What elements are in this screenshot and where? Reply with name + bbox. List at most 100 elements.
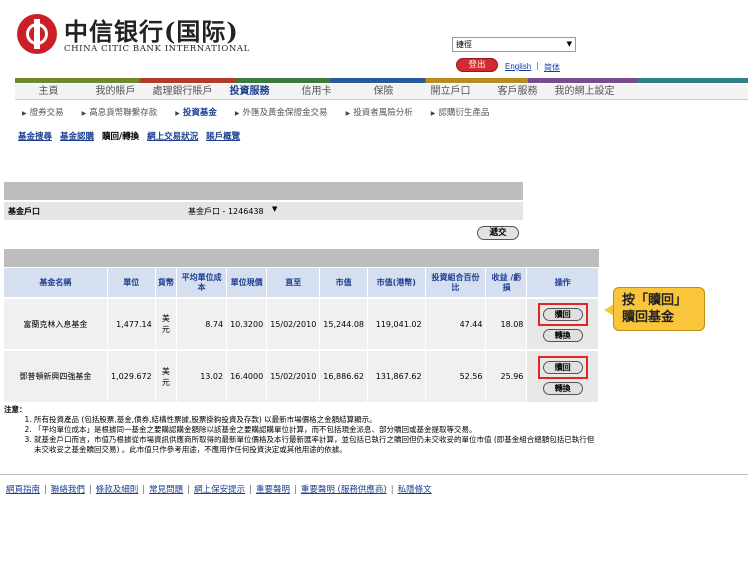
subnav-derivatives[interactable]: ▶ 認購衍生產品 [431,106,490,118]
subnav-label: 外匯及黃金保證金交易 [242,108,328,118]
col-units: 單位 [107,268,156,298]
account-select[interactable]: 基金戶口 - 1246438 [188,206,264,217]
switch-button[interactable]: 轉換 [542,381,583,395]
col-market-value: 市值 [319,268,369,298]
redeem-button[interactable]: 贖回 [542,360,583,374]
note-item: 就基金戶口而言，市值乃根據從市場資訊供應商所取得的最新單位價格及本行最新匯率計算… [34,435,599,455]
footer-contact-us[interactable]: 聯絡我們 [51,485,85,495]
table-header-bar [4,249,599,267]
bank-logo-icon [17,14,57,54]
table-row: 鄧普頓新興四強基金 1,029.672 美元 13.02 16.4000 15/… [4,349,599,402]
footer-disclaimer-provider[interactable]: 重要聲明 (服務供應商) [301,485,387,495]
tab-transaction-status[interactable]: 網上交易狀況 [147,130,198,142]
nav-settings[interactable]: 我的網上設定 [551,84,618,99]
footer-divider [0,474,748,475]
footer-terms[interactable]: 條款及細則 [96,485,139,495]
col-portfolio-pct: 投資組合百份比 [425,268,487,298]
chevron-down-icon: ▼ [566,40,572,48]
col-price: 單位現價 [226,268,268,298]
nav-insurance[interactable]: 保險 [350,84,417,99]
subnav-funds[interactable]: ▶ 投資基金 [175,106,217,118]
main-nav: 主頁 我的賬戶 處理銀行賬戶 投資服務 信用卡 保險 開立戶口 客戶服務 我的網… [15,84,748,100]
notes-section: 注意： 所有投資產品 (包括股票,基金,債券,結構性票據,股票掛鈎投資及存款) … [4,405,599,455]
fund-date: 15/02/2010 [266,297,321,350]
chevron-down-icon[interactable]: ▼ [272,205,277,213]
fund-portfolio-pct: 52.56 [425,349,487,402]
english-link[interactable]: English [505,62,531,71]
simplified-chinese-link[interactable]: 简体 [544,62,560,73]
fund-units: 1,477.14 [107,297,156,350]
nav-my-account[interactable]: 我的賬戶 [82,84,149,99]
footer-site-guide[interactable]: 網頁指南 [6,485,40,495]
nav-credit-card[interactable]: 信用卡 [283,84,350,99]
fund-date: 15/02/2010 [266,349,321,402]
footer-separator: | [249,485,252,495]
col-date: 直至 [266,268,321,298]
tab-account-overview[interactable]: 賬戶概覽 [206,130,240,142]
triangle-right-icon: ▶ [175,110,180,117]
subnav-linked-deposit[interactable]: ▶ 高息貨幣聯繫存款 [82,106,158,118]
footer-security-tips[interactable]: 網上保安提示 [194,485,245,495]
switch-button[interactable]: 轉換 [542,329,583,342]
table-header-row: 基金名稱 單位 貨幣 平均單位成本 單位現價 直至 市值 市值(港幣) 投資組合… [4,268,599,298]
nav-investment[interactable]: 投資服務 [216,84,283,99]
tab-redeem-switch[interactable]: 贖回/轉換 [102,130,139,142]
fund-tabs: 基金搜尋 基金認購 贖回/轉換 網上交易狀況 賬戶概覽 [18,130,248,142]
fund-avg-cost: 8.74 [176,297,228,350]
fund-market-value: 16,886.62 [319,349,369,402]
subnav-label: 證券交易 [29,108,64,118]
fund-market-value-hkd: 131,867.62 [367,349,426,402]
fund-portfolio-pct: 47.44 [425,297,487,350]
subnav-risk-analysis[interactable]: ▶ 投資者風險分析 [346,106,413,118]
fund-price: 10.3200 [226,297,268,350]
redeem-highlight: 贖回 [537,355,588,379]
submit-button[interactable]: 遞交 [477,226,519,240]
account-row: 基金戶口 基金戶口 - 1246438 ▼ [4,202,523,220]
logout-button[interactable]: 登出 [456,58,498,72]
col-fund-name: 基金名稱 [4,268,108,298]
subnav-fx-gold[interactable]: ▶ 外匯及黃金保證金交易 [235,106,328,118]
nav-home[interactable]: 主頁 [15,84,82,99]
note-item: 所有投資產品 (包括股票,基金,債券,結構性票據,股票掛鈎投資及存款) 以最新市… [34,415,599,425]
sub-nav: ▶ 證券交易 ▶ 高息貨幣聯繫存款 ▶ 投資基金 ▶ 外匯及黃金保證金交易 ▶ 投資者風險… [22,106,507,118]
subnav-label: 認購衍生產品 [438,108,490,118]
tab-fund-subscribe[interactable]: 基金認購 [60,130,94,142]
footer-separator: | [88,485,92,495]
nav-customer-service[interactable]: 客戶服務 [484,84,551,99]
shortcut-select[interactable]: 捷徑 ▼ [452,37,576,52]
fund-gain-loss: 18.08 [485,297,528,350]
triangle-right-icon: ▶ [430,110,436,117]
bank-name-cn: 中信银行(国际) [64,17,239,46]
fund-market-value-hkd: 119,041.02 [367,297,426,350]
triangle-right-icon: ▶ [22,110,27,117]
redeem-highlight: 贖回 [537,303,588,326]
triangle-right-icon: ▶ [81,110,87,117]
subnav-securities[interactable]: ▶ 證券交易 [22,106,64,118]
nav-banking[interactable]: 處理銀行賬戶 [149,84,216,99]
tab-fund-search[interactable]: 基金搜尋 [18,130,52,142]
fund-name: 富蘭克林入息基金 [4,297,108,350]
notes-title: 注意： [4,405,27,414]
bank-name-en: CHINA CITIC BANK INTERNATIONAL [64,44,250,54]
triangle-right-icon: ▶ [234,110,240,117]
col-currency: 貨幣 [155,268,178,298]
fund-gain-loss: 25.96 [485,349,528,402]
fund-holdings-table: 基金名稱 單位 貨幣 平均單位成本 單位現價 直至 市值 市值(港幣) 投資組合… [4,268,599,402]
footer-disclaimer[interactable]: 重要聲明 [256,485,290,495]
footer-privacy[interactable]: 私隱條文 [398,485,432,495]
account-label: 基金戶口 [8,207,40,216]
fund-units: 1,029.672 [107,349,156,402]
fund-actions: 贖回 轉換 [526,349,599,402]
fund-actions: 贖回 轉換 [526,297,599,350]
footer-links: 網頁指南 | 聯絡我們 | 條款及細則 | 常見問題 | 網上保安提示 | 重要聲明 | 重要聲明 (服… [6,483,432,495]
triangle-right-icon: ▶ [345,110,351,117]
logo-bar [34,19,40,49]
nav-open-account[interactable]: 開立戶口 [417,84,484,99]
col-avg-cost: 平均單位成本 [176,268,228,298]
footer-faq[interactable]: 常見問題 [149,485,183,495]
note-item: 「平均單位成本」是根據同一基金之要購認購金額除以該基金之要購認購單位計算，而不包… [34,425,599,435]
footer-separator: | [293,485,297,495]
redeem-button[interactable]: 贖回 [542,308,583,321]
fund-market-value: 15,244.08 [319,297,369,350]
footer-separator: | [44,485,47,495]
